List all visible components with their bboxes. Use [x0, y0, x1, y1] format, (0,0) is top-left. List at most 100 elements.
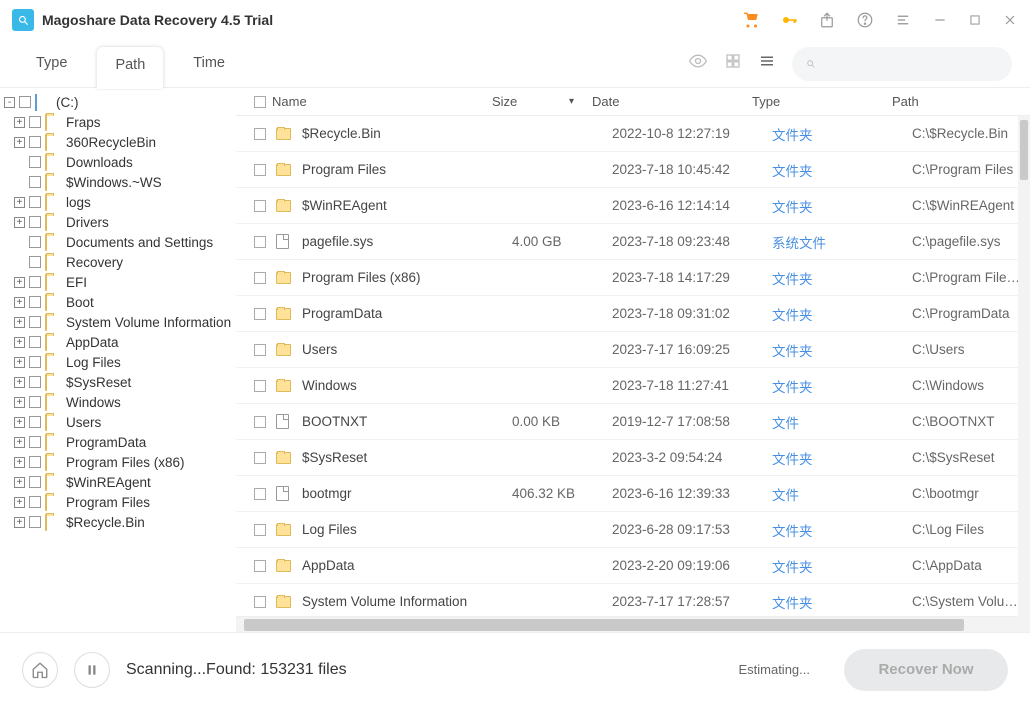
tree-item[interactable]: +Fraps: [2, 112, 234, 132]
menu-icon[interactable]: [894, 11, 912, 29]
file-row[interactable]: $Recycle.Bin2022-10-8 12:27:19文件夹C:\$Rec…: [236, 116, 1030, 152]
tree-checkbox[interactable]: [29, 116, 41, 128]
expand-icon[interactable]: -: [4, 97, 15, 108]
key-icon[interactable]: [780, 11, 798, 29]
searchbox[interactable]: [792, 47, 1012, 81]
expand-icon[interactable]: +: [14, 197, 25, 208]
expand-icon[interactable]: +: [14, 217, 25, 228]
maximize-icon[interactable]: [968, 13, 982, 27]
tree-item[interactable]: +$WinREAgent: [2, 472, 234, 492]
file-row[interactable]: bootmgr406.32 KB2023-6-16 12:39:33文件C:\b…: [236, 476, 1030, 512]
tree-item[interactable]: +Program Files (x86): [2, 452, 234, 472]
help-icon[interactable]: [856, 11, 874, 29]
recover-button[interactable]: Recover Now: [844, 649, 1008, 691]
tree-item[interactable]: +Windows: [2, 392, 234, 412]
expand-icon[interactable]: +: [14, 337, 25, 348]
row-checkbox[interactable]: [254, 416, 266, 428]
row-checkbox[interactable]: [254, 380, 266, 392]
tree-item[interactable]: +$SysReset: [2, 372, 234, 392]
expand-icon[interactable]: +: [14, 117, 25, 128]
row-checkbox[interactable]: [254, 596, 266, 608]
tree-checkbox[interactable]: [29, 136, 41, 148]
expand-icon[interactable]: +: [14, 297, 25, 308]
col-path[interactable]: Path: [892, 94, 1030, 109]
col-type[interactable]: Type: [752, 94, 892, 109]
horizontal-scrollbar[interactable]: [236, 616, 1030, 632]
col-size[interactable]: Size▾: [492, 94, 592, 109]
tree-item[interactable]: +$Recycle.Bin: [2, 512, 234, 532]
minimize-icon[interactable]: [932, 12, 948, 28]
tree-item[interactable]: +Users: [2, 412, 234, 432]
file-row[interactable]: System Volume Information2023-7-17 17:28…: [236, 584, 1030, 616]
tree-item[interactable]: Documents and Settings: [2, 232, 234, 252]
expand-icon[interactable]: +: [14, 137, 25, 148]
tree-checkbox[interactable]: [29, 296, 41, 308]
expand-icon[interactable]: +: [14, 517, 25, 528]
tree-item[interactable]: +Log Files: [2, 352, 234, 372]
tree-item[interactable]: +ProgramData: [2, 432, 234, 452]
tree-item[interactable]: Downloads: [2, 152, 234, 172]
expand-icon[interactable]: +: [14, 417, 25, 428]
tree-item[interactable]: +Program Files: [2, 492, 234, 512]
select-all-checkbox[interactable]: [254, 96, 266, 108]
tree-item[interactable]: -(C:): [2, 92, 234, 112]
file-row[interactable]: Users2023-7-17 16:09:25文件夹C:\Users: [236, 332, 1030, 368]
row-checkbox[interactable]: [254, 128, 266, 140]
file-row[interactable]: BOOTNXT0.00 KB2019-12-7 17:08:58文件C:\BOO…: [236, 404, 1030, 440]
grid-view-icon[interactable]: [724, 52, 742, 75]
tree-item[interactable]: +360RecycleBin: [2, 132, 234, 152]
tree-checkbox[interactable]: [29, 496, 41, 508]
file-row[interactable]: ProgramData2023-7-18 09:31:02文件夹C:\Progr…: [236, 296, 1030, 332]
tree-item[interactable]: +EFI: [2, 272, 234, 292]
tab-type[interactable]: Type: [18, 45, 85, 83]
expand-icon[interactable]: +: [14, 277, 25, 288]
expand-icon[interactable]: +: [14, 357, 25, 368]
tree-item[interactable]: +Boot: [2, 292, 234, 312]
expand-icon[interactable]: +: [14, 497, 25, 508]
tree-checkbox[interactable]: [29, 236, 41, 248]
tree-checkbox[interactable]: [29, 516, 41, 528]
row-checkbox[interactable]: [254, 308, 266, 320]
tree-item[interactable]: Recovery: [2, 252, 234, 272]
preview-icon[interactable]: [688, 51, 708, 76]
expand-icon[interactable]: +: [14, 397, 25, 408]
tree-checkbox[interactable]: [29, 336, 41, 348]
tree-item[interactable]: +logs: [2, 192, 234, 212]
col-name[interactable]: Name: [254, 94, 492, 109]
expand-icon[interactable]: +: [14, 377, 25, 388]
tab-time[interactable]: Time: [175, 45, 243, 83]
row-checkbox[interactable]: [254, 164, 266, 176]
tree-checkbox[interactable]: [29, 156, 41, 168]
tree-checkbox[interactable]: [29, 356, 41, 368]
file-row[interactable]: Program Files2023-7-18 10:45:42文件夹C:\Pro…: [236, 152, 1030, 188]
home-button[interactable]: [22, 652, 58, 688]
row-checkbox[interactable]: [254, 488, 266, 500]
list-view-icon[interactable]: [758, 52, 776, 75]
expand-icon[interactable]: +: [14, 477, 25, 488]
col-date[interactable]: Date: [592, 94, 752, 109]
tree-checkbox[interactable]: [29, 396, 41, 408]
row-checkbox[interactable]: [254, 200, 266, 212]
expand-icon[interactable]: +: [14, 457, 25, 468]
tree-checkbox[interactable]: [19, 96, 31, 108]
share-icon[interactable]: [818, 11, 836, 29]
file-row[interactable]: pagefile.sys4.00 GB2023-7-18 09:23:48系统文…: [236, 224, 1030, 260]
tree-checkbox[interactable]: [29, 436, 41, 448]
file-row[interactable]: Windows2023-7-18 11:27:41文件夹C:\Windows: [236, 368, 1030, 404]
row-checkbox[interactable]: [254, 344, 266, 356]
row-checkbox[interactable]: [254, 236, 266, 248]
row-checkbox[interactable]: [254, 272, 266, 284]
tree-checkbox[interactable]: [29, 276, 41, 288]
tree-checkbox[interactable]: [29, 256, 41, 268]
search-input[interactable]: [822, 56, 998, 71]
tree-item[interactable]: +System Volume Information: [2, 312, 234, 332]
file-row[interactable]: Program Files (x86)2023-7-18 14:17:29文件夹…: [236, 260, 1030, 296]
expand-icon[interactable]: +: [14, 317, 25, 328]
tree-checkbox[interactable]: [29, 376, 41, 388]
pause-button[interactable]: [74, 652, 110, 688]
file-row[interactable]: Log Files2023-6-28 09:17:53文件夹C:\Log Fil…: [236, 512, 1030, 548]
cart-icon[interactable]: [742, 11, 760, 29]
file-row[interactable]: $WinREAgent2023-6-16 12:14:14文件夹C:\$WinR…: [236, 188, 1030, 224]
folder-tree[interactable]: -(C:)+Fraps+360RecycleBinDownloads$Windo…: [0, 88, 236, 632]
tree-checkbox[interactable]: [29, 416, 41, 428]
